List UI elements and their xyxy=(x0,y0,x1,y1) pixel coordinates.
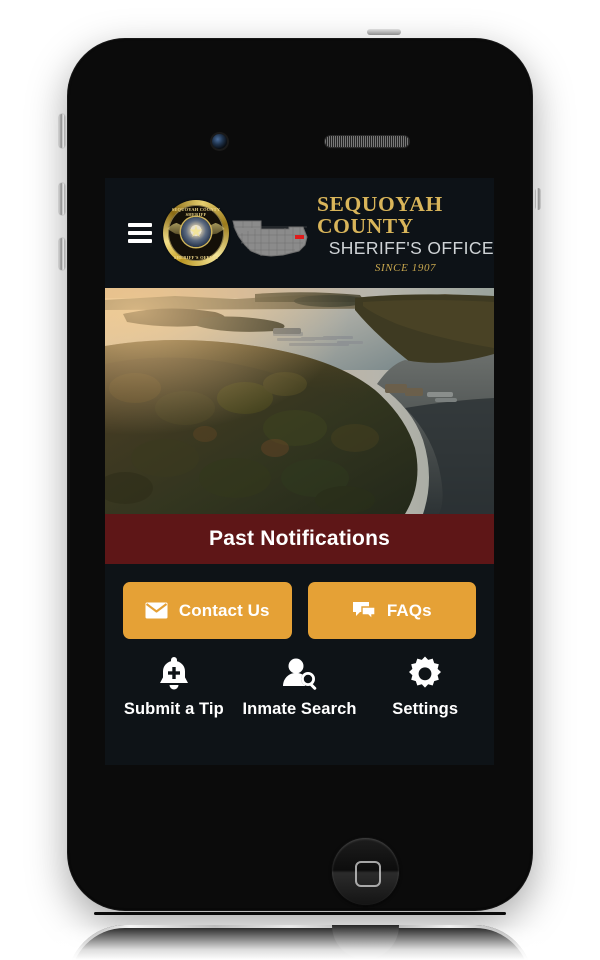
faqs-label: FAQs xyxy=(386,600,432,620)
hamburger-bar xyxy=(128,231,152,235)
hamburger-bar xyxy=(128,239,152,243)
reflection-fade xyxy=(0,925,600,960)
nav-item-inmate-search[interactable]: Inmate Search xyxy=(237,655,363,719)
volume-down-button[interactable] xyxy=(59,238,65,270)
badge-star-icon xyxy=(181,217,211,247)
brand-title-line1: SEQUOYAH COUNTY xyxy=(317,191,443,239)
app-header: SEQUOYAH COUNTY SHERIFF DEPUTY SHERIFF'S… xyxy=(105,178,494,288)
hamburger-bar xyxy=(128,223,152,227)
envelope-icon xyxy=(145,602,168,619)
contact-us-button[interactable]: Contact Us xyxy=(123,582,292,639)
brand-lockup: SEQUOYAH COUNTY SHERIFF DEPUTY SHERIFF'S… xyxy=(163,191,494,274)
nav-item-submit-a-tip[interactable]: Submit a Tip xyxy=(111,655,237,719)
nav-label-submit-a-tip: Submit a Tip xyxy=(123,700,224,718)
bell-plus-icon xyxy=(156,655,192,693)
nav-label-settings: Settings xyxy=(392,700,459,718)
faqs-button[interactable]: FAQs xyxy=(307,582,476,639)
front-camera-icon xyxy=(212,134,227,149)
oklahoma-state-map-icon xyxy=(231,215,315,261)
past-notifications-label: Past Notifications xyxy=(209,527,390,550)
home-button[interactable] xyxy=(332,838,399,905)
volume-up-button[interactable] xyxy=(59,183,65,215)
hamburger-menu-icon[interactable] xyxy=(117,223,163,243)
badge-text-bottom: SHERIFF'S OFFICE xyxy=(173,255,219,260)
silent-switch[interactable] xyxy=(59,114,65,148)
earpiece-speaker-icon xyxy=(325,136,409,147)
power-button[interactable] xyxy=(367,29,401,35)
nav-item-settings[interactable]: Settings xyxy=(362,655,488,719)
screenshot-stage: SEQUOYAH COUNTY SHERIFF DEPUTY SHERIFF'S… xyxy=(0,0,600,960)
person-search-icon xyxy=(281,655,319,693)
bottom-nav: Submit a Tip Inmate Search Settings xyxy=(105,639,494,719)
phone-screen: SEQUOYAH COUNTY SHERIFF DEPUTY SHERIFF'S… xyxy=(105,178,494,765)
badge-text-top: SEQUOYAH COUNTY SHERIFF xyxy=(171,207,221,217)
sim-tray xyxy=(535,188,541,210)
action-button-row: Contact Us FAQs xyxy=(105,564,494,639)
brand-title-line3: SINCE 1907 xyxy=(374,261,437,274)
chat-bubbles-icon xyxy=(352,601,376,621)
contact-us-label: Contact Us xyxy=(178,600,270,620)
past-notifications-banner[interactable]: Past Notifications xyxy=(105,514,494,564)
phone-device: SEQUOYAH COUNTY SHERIFF DEPUTY SHERIFF'S… xyxy=(59,29,541,916)
surface-line xyxy=(94,912,506,915)
home-button-glyph xyxy=(354,860,381,887)
sheriff-badge-seal-icon: SEQUOYAH COUNTY SHERIFF DEPUTY SHERIFF'S… xyxy=(163,200,229,266)
hero-photo-lake-aerial xyxy=(105,288,494,514)
brand-text: SEQUOYAH COUNTY SHERIFF'S OFFICE SINCE 1… xyxy=(317,191,494,274)
nav-label-inmate-search: Inmate Search xyxy=(242,700,357,718)
brand-title-line2: SHERIFF'S OFFICE xyxy=(328,237,494,258)
gear-icon xyxy=(406,655,444,693)
